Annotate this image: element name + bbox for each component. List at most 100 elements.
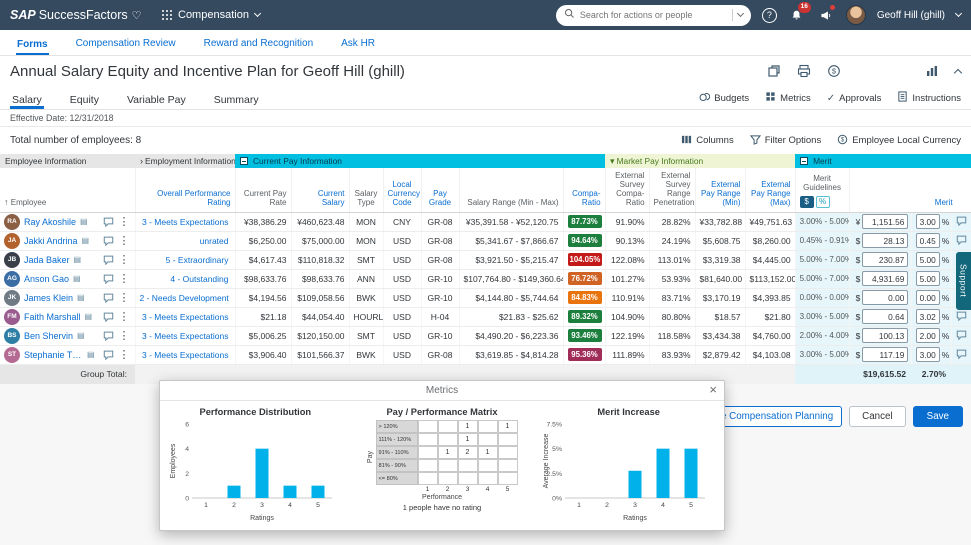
search-scope-chevron-icon[interactable]	[737, 10, 744, 17]
employee-name-link[interactable]: Ben Shervin	[24, 331, 73, 341]
col-external-survey-compa-ratio[interactable]: External Survey Compa-Ratio	[605, 168, 649, 212]
merit-percent-input[interactable]: 3.00	[916, 214, 940, 229]
search-input[interactable]	[580, 10, 727, 20]
col-salary-type[interactable]: Salary Type	[349, 168, 383, 212]
group-employment-info[interactable]: ›Employment Information	[135, 154, 235, 168]
collapse-header-icon[interactable]	[955, 67, 961, 76]
brand-logo[interactable]: SAP SuccessFactors ♡	[10, 8, 142, 22]
employee-name-link[interactable]: Jada Baker	[24, 255, 70, 265]
row-menu-icon[interactable]: ⋮	[118, 215, 131, 228]
employee-local-currency-button[interactable]: $Employee Local Currency	[837, 134, 961, 148]
employee-name-link[interactable]: Anson Gao	[24, 274, 69, 284]
merit-percent-input[interactable]: 0.45	[916, 233, 940, 248]
module-switcher[interactable]: Compensation	[162, 9, 260, 21]
merit-amount-input[interactable]: 28.13	[862, 233, 908, 248]
tab-summary[interactable]: Summary	[212, 91, 261, 109]
user-name[interactable]: Geoff Hill (ghill)	[877, 10, 945, 21]
col-overall-performance-rating[interactable]: Overall Performance Rating	[135, 168, 235, 212]
nav-item-reward-and-recognition[interactable]: Reward and Recognition	[203, 33, 315, 55]
row-menu-icon[interactable]: ⋮	[118, 291, 131, 304]
tab-equity[interactable]: Equity	[68, 91, 101, 109]
currency-toggle-dollar[interactable]: $	[800, 196, 814, 208]
employee-name-link[interactable]: Stephanie Thom	[24, 350, 83, 360]
merit-amount-input[interactable]: 1,151.56	[862, 214, 908, 229]
rating-link[interactable]: unrated	[200, 236, 229, 246]
collapse-group-icon[interactable]	[800, 157, 808, 165]
col-employee[interactable]: ↑ Employee	[0, 168, 135, 212]
merit-percent-input[interactable]: 5.00	[916, 252, 940, 267]
col-salary-range[interactable]: Salary Range (Min - Max)	[459, 168, 563, 212]
print-icon[interactable]	[797, 64, 811, 78]
merit-percent-input[interactable]: 2.00	[916, 328, 940, 343]
employee-name-link[interactable]: James Klein	[24, 293, 73, 303]
insights-chart-icon[interactable]	[925, 64, 939, 78]
merit-percent-input[interactable]: 0.00	[916, 290, 940, 305]
nav-item-ask-hr[interactable]: Ask HR	[340, 33, 376, 55]
help-icon[interactable]: ?	[762, 8, 777, 23]
row-menu-icon[interactable]: ⋮	[118, 329, 131, 342]
col-local-currency-code[interactable]: Local Currency Code	[383, 168, 421, 212]
group-current-pay[interactable]: Current Pay Information	[235, 154, 605, 168]
comment-icon[interactable]	[103, 255, 114, 265]
employee-card-icon[interactable]: ▤	[73, 274, 81, 283]
filter-options-button[interactable]: Filter Options	[750, 134, 822, 148]
collapse-group-icon[interactable]	[240, 157, 248, 165]
support-tab[interactable]: Support	[956, 252, 971, 310]
employee-name-link[interactable]: Ray Akoshile	[24, 217, 76, 227]
notifications-bell-icon[interactable]: 16	[788, 6, 806, 24]
rating-link[interactable]: 5 - Extraordinary	[166, 255, 229, 265]
currency-toggle-percent[interactable]: %	[816, 196, 830, 208]
merit-amount-input[interactable]: 0.64	[862, 309, 908, 324]
employee-name-link[interactable]: Jakki Andrina	[24, 236, 78, 246]
group-merit[interactable]: Merit	[795, 154, 971, 168]
merit-amount-input[interactable]: 100.13	[862, 328, 908, 343]
collapse-group-chevron-icon[interactable]: ▾	[610, 156, 615, 166]
tab-variable-pay[interactable]: Variable Pay	[125, 91, 188, 109]
employee-card-icon[interactable]: ▤	[82, 236, 90, 245]
col-pay-grade[interactable]: Pay Grade	[421, 168, 459, 212]
rating-link[interactable]: 2 - Needs Development	[140, 293, 229, 303]
rating-link[interactable]: 3 - Meets Expectations	[142, 312, 228, 322]
columns-button[interactable]: Columns	[681, 134, 734, 148]
tab-salary[interactable]: Salary	[10, 91, 44, 109]
row-menu-icon[interactable]: ⋮	[118, 348, 131, 361]
col-external-pay-range-max[interactable]: External Pay Range (Max)	[745, 168, 795, 212]
action-budgets[interactable]: Budgets	[699, 91, 749, 105]
col-current-pay-rate[interactable]: Current Pay Rate	[235, 168, 291, 212]
merit-percent-input[interactable]: 5.00	[916, 271, 940, 286]
merit-comment-icon[interactable]	[956, 235, 967, 245]
merit-comment-icon[interactable]	[956, 349, 967, 359]
group-market-pay[interactable]: ▾Market Pay Information	[605, 154, 795, 168]
merit-amount-input[interactable]: 117.19	[862, 347, 908, 362]
cancel-button[interactable]: Cancel	[849, 406, 906, 427]
action-metrics[interactable]: Metrics	[765, 91, 811, 105]
merit-comment-icon[interactable]	[956, 311, 967, 321]
col-external-pay-range-min[interactable]: External Pay Range (Min)	[695, 168, 745, 212]
row-menu-icon[interactable]: ⋮	[118, 253, 131, 266]
user-avatar[interactable]	[846, 5, 866, 25]
currency-settings-icon[interactable]: $	[827, 64, 841, 78]
merit-amount-input[interactable]: 4,931.69	[862, 271, 908, 286]
action-approvals[interactable]: ✓Approvals	[827, 93, 882, 104]
announcement-icon[interactable]	[817, 6, 835, 24]
rating-link[interactable]: 3 - Meets Expectations	[142, 350, 228, 360]
comment-icon[interactable]	[103, 217, 114, 227]
rating-link[interactable]: 3 - Meets Expectations	[142, 331, 228, 341]
nav-item-compensation-review[interactable]: Compensation Review	[75, 33, 177, 55]
col-merit[interactable]: Merit	[849, 168, 971, 212]
col-external-survey-range-penetration[interactable]: External Survey Range Penetration	[649, 168, 695, 212]
nav-item-forms[interactable]: Forms	[16, 34, 49, 56]
comment-icon[interactable]	[103, 236, 114, 246]
merit-percent-input[interactable]: 3.02	[916, 309, 940, 324]
rating-link[interactable]: 4 - Outstanding	[170, 274, 228, 284]
comment-icon[interactable]	[103, 274, 114, 284]
expand-group-icon[interactable]: ›	[140, 156, 143, 166]
comment-icon[interactable]	[103, 293, 114, 303]
action-instructions[interactable]: Instructions	[897, 91, 961, 105]
comment-icon[interactable]	[103, 312, 114, 322]
merit-comment-icon[interactable]	[956, 216, 967, 226]
row-menu-icon[interactable]: ⋮	[118, 234, 131, 247]
export-icon[interactable]	[767, 64, 781, 78]
comment-icon[interactable]	[103, 331, 114, 341]
employee-card-icon[interactable]: ▤	[87, 350, 95, 359]
